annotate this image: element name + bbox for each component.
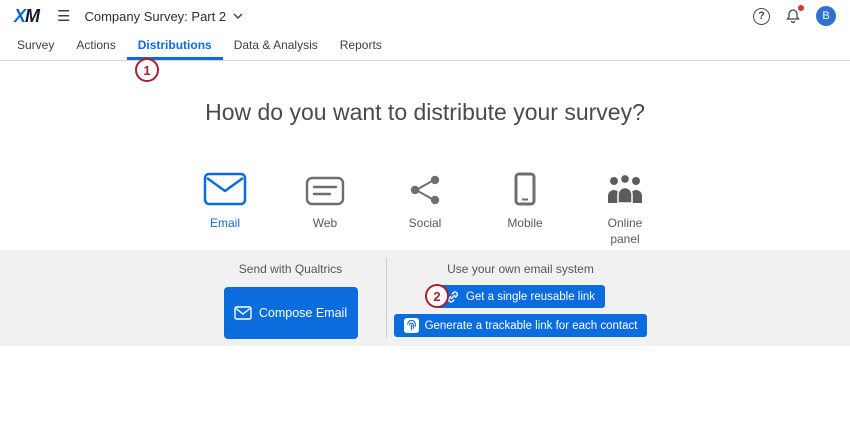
topbar: XM ☰ Company Survey: Part 2 ? B	[0, 0, 850, 32]
send-with-qualtrics-section: Send with Qualtrics Compose Email	[196, 250, 386, 346]
own-email-system-heading: Use your own email system	[447, 262, 594, 276]
project-nav: Survey Actions Distributions Data & Anal…	[0, 32, 850, 61]
social-share-icon	[408, 168, 442, 206]
trackable-link-label: Generate a trackable link for each conta…	[425, 320, 638, 332]
tab-reports[interactable]: Reports	[329, 32, 393, 60]
channel-online-panel-label: Online panel	[593, 216, 657, 247]
topbar-right: ? B	[753, 6, 836, 26]
send-with-qualtrics-heading: Send with Qualtrics	[196, 262, 386, 276]
hamburger-menu-icon[interactable]: ☰	[57, 9, 70, 24]
online-panel-people-icon	[606, 168, 644, 206]
chevron-down-icon	[233, 13, 243, 19]
tab-actions[interactable]: Actions	[65, 32, 126, 60]
step-annotation-1: 1	[135, 58, 159, 82]
channel-email[interactable]: Email	[193, 168, 257, 247]
envelope-icon	[234, 306, 252, 320]
web-icon	[305, 168, 345, 206]
survey-name-dropdown[interactable]: Company Survey: Part 2	[84, 9, 243, 24]
single-reusable-link-button[interactable]: Get a single reusable link	[436, 285, 605, 308]
trackable-link-button[interactable]: Generate a trackable link for each conta…	[394, 314, 648, 337]
notification-dot	[798, 5, 804, 11]
survey-name-label: Company Survey: Part 2	[84, 9, 226, 24]
help-icon[interactable]: ?	[753, 8, 770, 25]
channel-web[interactable]: Web	[293, 168, 357, 247]
channel-mobile[interactable]: Mobile	[493, 168, 557, 247]
tab-survey[interactable]: Survey	[6, 32, 65, 60]
tab-data-analysis[interactable]: Data & Analysis	[223, 32, 329, 60]
channel-social-label: Social	[409, 216, 442, 232]
compose-email-button[interactable]: Compose Email	[224, 287, 358, 339]
xm-logo[interactable]: XM	[14, 7, 39, 25]
channel-online-panel[interactable]: Online panel	[593, 168, 657, 247]
notifications-button[interactable]	[785, 8, 801, 24]
channel-social[interactable]: Social	[393, 168, 457, 247]
single-reusable-link-label: Get a single reusable link	[466, 291, 595, 303]
page-title: How do you want to distribute your surve…	[0, 99, 850, 126]
step-annotation-2: 2	[425, 284, 449, 308]
compose-email-label: Compose Email	[259, 306, 347, 320]
email-icon	[203, 168, 247, 206]
xm-logo-x: X	[14, 6, 25, 26]
fingerprint-icon	[404, 318, 419, 333]
tab-distributions[interactable]: Distributions	[127, 32, 223, 60]
channel-web-label: Web	[313, 216, 337, 232]
channel-picker: Email Web Soci	[0, 168, 850, 247]
mobile-phone-icon	[514, 168, 536, 206]
xm-logo-m: M	[25, 6, 39, 26]
channel-mobile-label: Mobile	[507, 216, 542, 232]
app-window: XM ☰ Company Survey: Part 2 ? B Survey A…	[0, 0, 850, 425]
channel-email-label: Email	[210, 216, 240, 232]
avatar[interactable]: B	[816, 6, 836, 26]
